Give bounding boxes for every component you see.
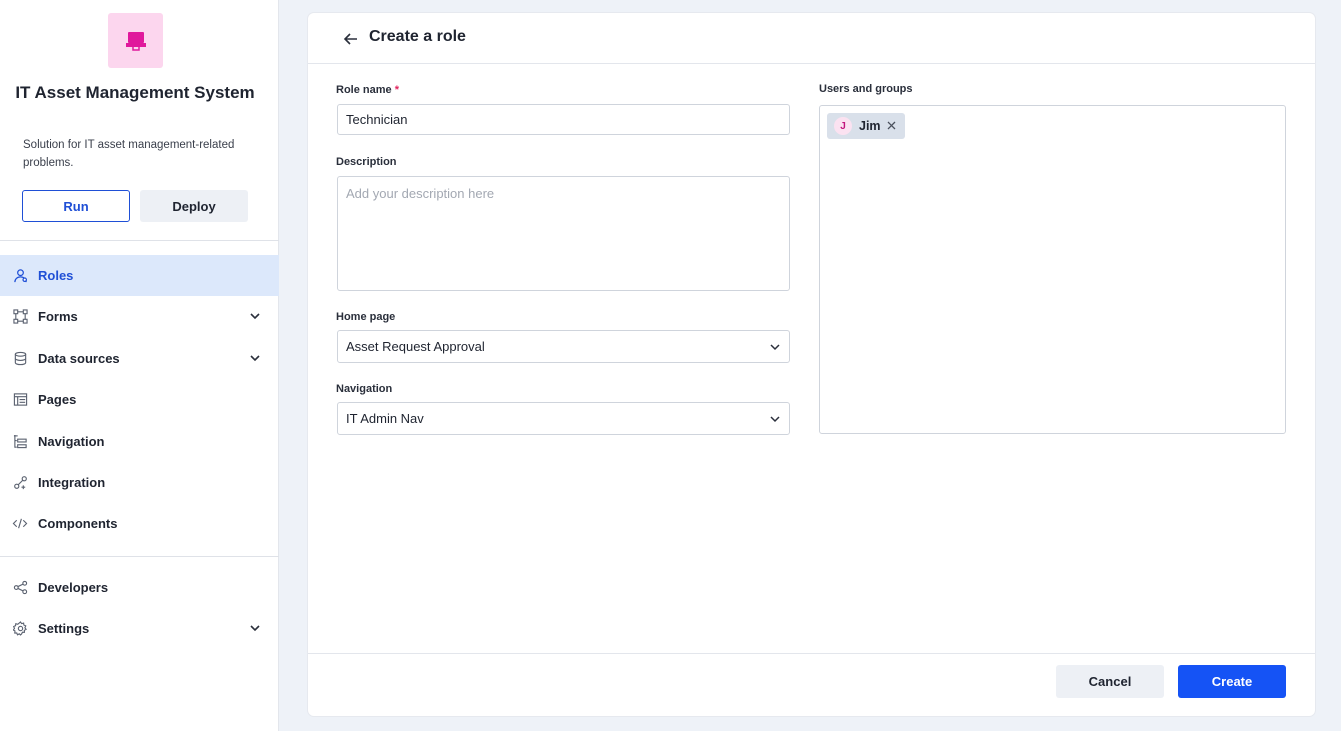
sidebar-item-label: Developers — [38, 580, 109, 595]
sidebar-divider — [0, 556, 279, 557]
cancel-button[interactable]: Cancel — [1056, 665, 1164, 698]
code-icon — [12, 516, 28, 532]
app-title: IT Asset Management System — [15, 83, 255, 102]
navigation-icon — [12, 434, 28, 450]
home-page-select[interactable]: Asset Request Approval — [337, 330, 790, 363]
sidebar-item-components[interactable]: Components — [0, 503, 279, 544]
sidebar-item-forms[interactable]: Forms — [0, 296, 279, 337]
roles-icon — [12, 268, 28, 284]
app-screen-icon — [125, 31, 146, 51]
home-page-value: Asset Request Approval — [346, 339, 485, 354]
sidebar-item-navigation[interactable]: Navigation — [0, 421, 279, 462]
users-groups-label: Users and groups — [819, 83, 913, 95]
app-logo — [108, 13, 163, 68]
avatar: J — [834, 117, 852, 135]
home-page-label: Home page — [336, 311, 396, 323]
sidebar-item-label: Components — [38, 516, 118, 531]
sidebar-item-label: Integration — [38, 475, 106, 490]
sidebar-divider — [0, 240, 279, 241]
sidebar: IT Asset Management System Solution for … — [0, 0, 279, 731]
user-chip: J Jim — [827, 113, 905, 139]
deploy-button[interactable]: Deploy — [140, 190, 248, 222]
description-label: Description — [336, 156, 397, 168]
chevron-down-icon[interactable] — [248, 351, 262, 365]
share-icon — [12, 580, 28, 596]
back-arrow-icon[interactable] — [342, 30, 360, 48]
sidebar-item-developers[interactable]: Developers — [0, 567, 279, 608]
create-role-card: Create a role Role name * Technician Des… — [308, 13, 1315, 716]
pages-icon — [12, 392, 28, 408]
sidebar-item-integration[interactable]: Integration — [0, 462, 279, 503]
sidebar-item-data-sources[interactable]: Data sources — [0, 338, 279, 379]
sidebar-item-roles[interactable]: Roles — [0, 255, 279, 296]
description-textarea[interactable]: Add your description here — [337, 176, 790, 291]
chevron-down-icon[interactable] — [248, 309, 262, 323]
close-icon[interactable] — [886, 120, 897, 131]
run-button[interactable]: Run — [22, 190, 130, 222]
sidebar-item-label: Forms — [38, 309, 78, 324]
navigation-value: IT Admin Nav — [346, 411, 424, 426]
role-name-label: Role name * — [336, 84, 399, 96]
app-description: Solution for IT asset management-related… — [23, 139, 235, 169]
navigation-select[interactable]: IT Admin Nav — [337, 402, 790, 435]
card-header: Create a role — [308, 13, 1315, 64]
required-mark: * — [394, 84, 399, 96]
sidebar-item-label: Navigation — [38, 434, 105, 449]
sidebar-item-label: Data sources — [38, 351, 120, 366]
sidebar-item-pages[interactable]: Pages — [0, 379, 279, 420]
page-title: Create a role — [369, 28, 466, 45]
chevron-down-icon[interactable] — [248, 621, 262, 635]
chevron-down-icon — [770, 344, 780, 351]
role-name-input[interactable]: Technician — [337, 104, 790, 135]
description-placeholder: Add your description here — [346, 186, 495, 201]
sidebar-item-label: Pages — [38, 392, 77, 407]
sidebar-item-label: Settings — [38, 621, 90, 636]
role-name-value: Technician — [346, 112, 408, 127]
create-button[interactable]: Create — [1178, 665, 1286, 698]
gear-icon — [12, 621, 28, 637]
users-groups-input[interactable]: J Jim — [819, 105, 1286, 434]
database-icon — [12, 351, 28, 367]
forms-icon — [12, 309, 28, 325]
chevron-down-icon — [770, 416, 780, 423]
sidebar-item-settings[interactable]: Settings — [0, 608, 279, 649]
navigation-label: Navigation — [336, 383, 393, 395]
footer-divider — [308, 653, 1315, 654]
sidebar-item-label: Roles — [38, 268, 74, 283]
user-chip-label: Jim — [859, 119, 881, 133]
integration-icon — [12, 475, 28, 491]
